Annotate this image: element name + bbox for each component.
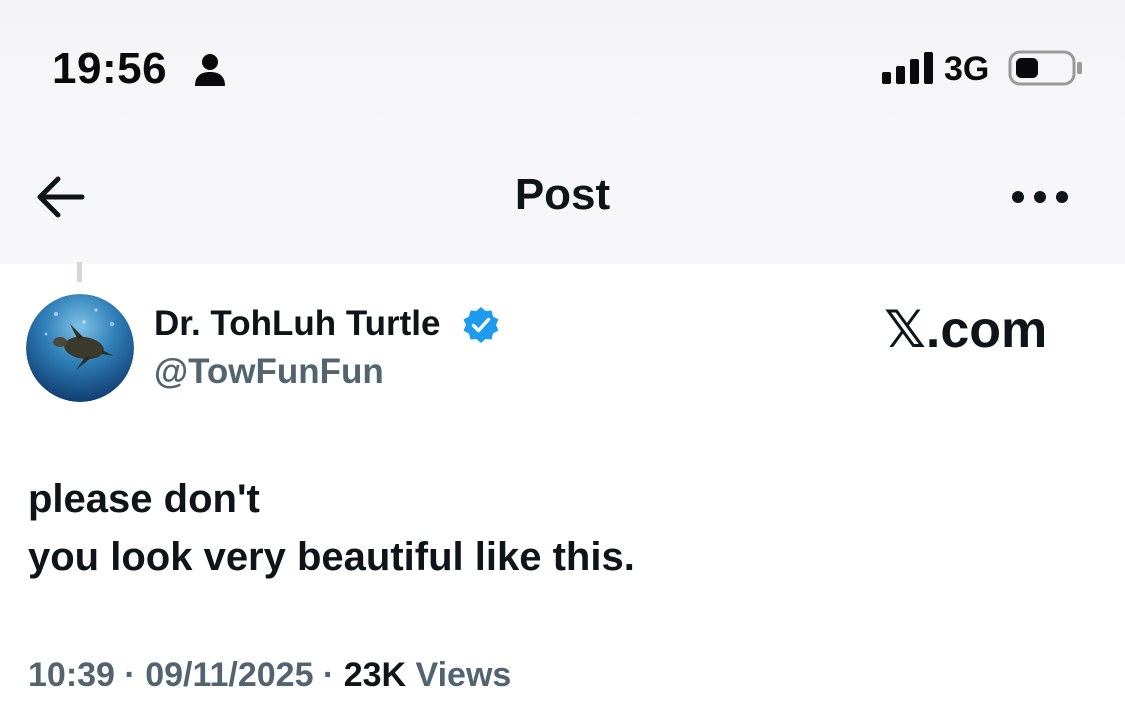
sea-turtle-avatar[interactable] (26, 294, 134, 402)
person-icon (195, 54, 225, 86)
thread-connector-line (77, 262, 82, 282)
status-time: 19:56 (52, 44, 168, 93)
meta-separator: · (313, 656, 344, 694)
post-meta: 10:39 · 09/11/2025 · 23K Views (28, 656, 511, 695)
status-bar: 19:56 3G (0, 0, 1125, 130)
author-name[interactable]: Dr. TohLuh Turtle (154, 304, 440, 344)
more-horizontal-icon[interactable] (1006, 182, 1074, 212)
page-title: Post (514, 170, 611, 219)
views-count[interactable]: 23K (344, 656, 406, 694)
post-text-line: please don't (28, 477, 260, 521)
x-com-watermark: 𝕏.com (884, 301, 1048, 359)
author-handle[interactable]: @TowFunFun (154, 352, 384, 392)
views-label: Views (406, 656, 512, 694)
post-header: Post (0, 130, 1125, 264)
post-time: 10:39 (28, 656, 115, 694)
meta-separator: · (114, 656, 146, 694)
post-text-line: you look very beautiful like this. (28, 535, 635, 579)
post-text: please don't you look very beautiful lik… (28, 470, 1088, 586)
signal-icon (882, 52, 933, 84)
post-screen: 19:56 3G Post Dr. TohLuh Turtle @TowFunF… (0, 0, 1125, 716)
network-label: 3G (944, 50, 990, 88)
post-date: 09/11/2025 (145, 656, 314, 694)
battery-icon (1008, 50, 1082, 86)
verified-badge-icon (463, 307, 499, 343)
